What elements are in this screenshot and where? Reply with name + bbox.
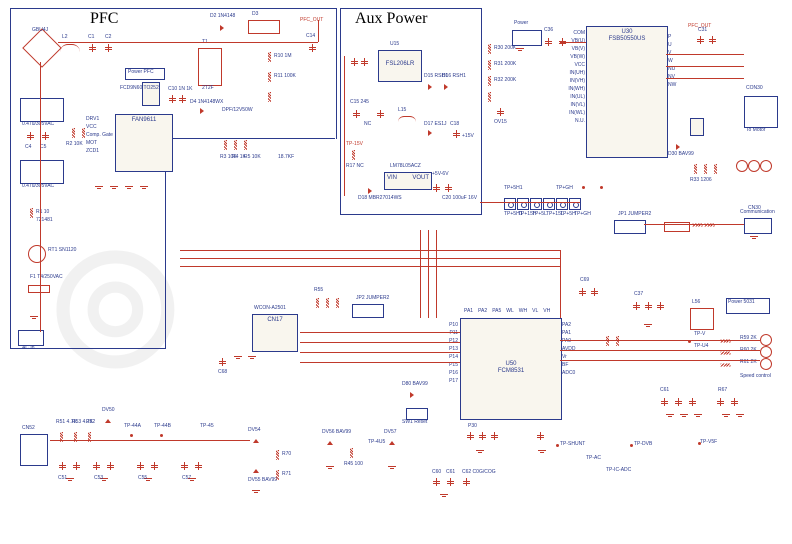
u50-mcu: U50FCM8531 [460, 318, 562, 420]
ac-in-connector [18, 330, 44, 346]
f1 [28, 285, 50, 293]
d4 [200, 108, 204, 114]
schematic-canvas: ⊚ PFC Aux Power GBU4J L2 C1 C2 D2 1N4148… [0, 0, 792, 544]
c10 [172, 95, 173, 103]
r1 [30, 208, 33, 218]
r10 [268, 52, 271, 62]
label-gbu4j: GBU4J [32, 28, 48, 33]
l56-choke [690, 308, 714, 330]
u16-regulator: VINVOUT [384, 172, 432, 190]
r3 [224, 140, 227, 150]
label-l2: L2 [62, 35, 68, 40]
earth-gnd [30, 316, 38, 322]
c11 [182, 95, 183, 103]
u1-pfc-controller: FAN9611 [115, 114, 173, 172]
header-6pin [504, 198, 581, 210]
u30-ipm: U30FSB50550US [586, 26, 668, 158]
t1 [198, 48, 222, 86]
c1 [92, 44, 93, 52]
d15 [428, 84, 432, 90]
d16 [444, 84, 448, 90]
jp2-jumper [352, 304, 384, 318]
jp1-jumper [614, 220, 646, 234]
c14 [312, 44, 313, 52]
net-pfc-top [58, 42, 318, 43]
communication-connector [744, 218, 772, 234]
cn17-header: CN17 [252, 314, 298, 352]
aux-title: Aux Power [355, 10, 427, 28]
d30 [676, 144, 680, 150]
dv55 [253, 469, 259, 473]
d80 [410, 392, 414, 398]
power-connector [512, 30, 542, 46]
c2 [108, 44, 109, 52]
r11 [268, 72, 271, 82]
d3 [248, 20, 280, 34]
d17 [428, 130, 432, 136]
u15-chip: FSL206LR [378, 50, 422, 82]
rt1 [28, 245, 46, 263]
l15 [398, 116, 416, 123]
con30-motor [744, 96, 778, 128]
pfc-bottom-seg [165, 138, 335, 139]
lc-filter-1 [20, 98, 64, 122]
r5 [244, 140, 247, 150]
net-bus-1 [180, 250, 560, 251]
d18 [368, 188, 372, 194]
pfc-title: PFC [90, 10, 118, 28]
l2-inductor [60, 44, 80, 53]
r4 [234, 140, 237, 150]
dv50 [105, 419, 111, 423]
dv54 [253, 439, 259, 443]
lc-filter-2 [20, 160, 64, 184]
cn52-connector [20, 434, 48, 466]
d2 [220, 25, 224, 31]
t30 [690, 118, 704, 136]
r12 [268, 92, 271, 102]
